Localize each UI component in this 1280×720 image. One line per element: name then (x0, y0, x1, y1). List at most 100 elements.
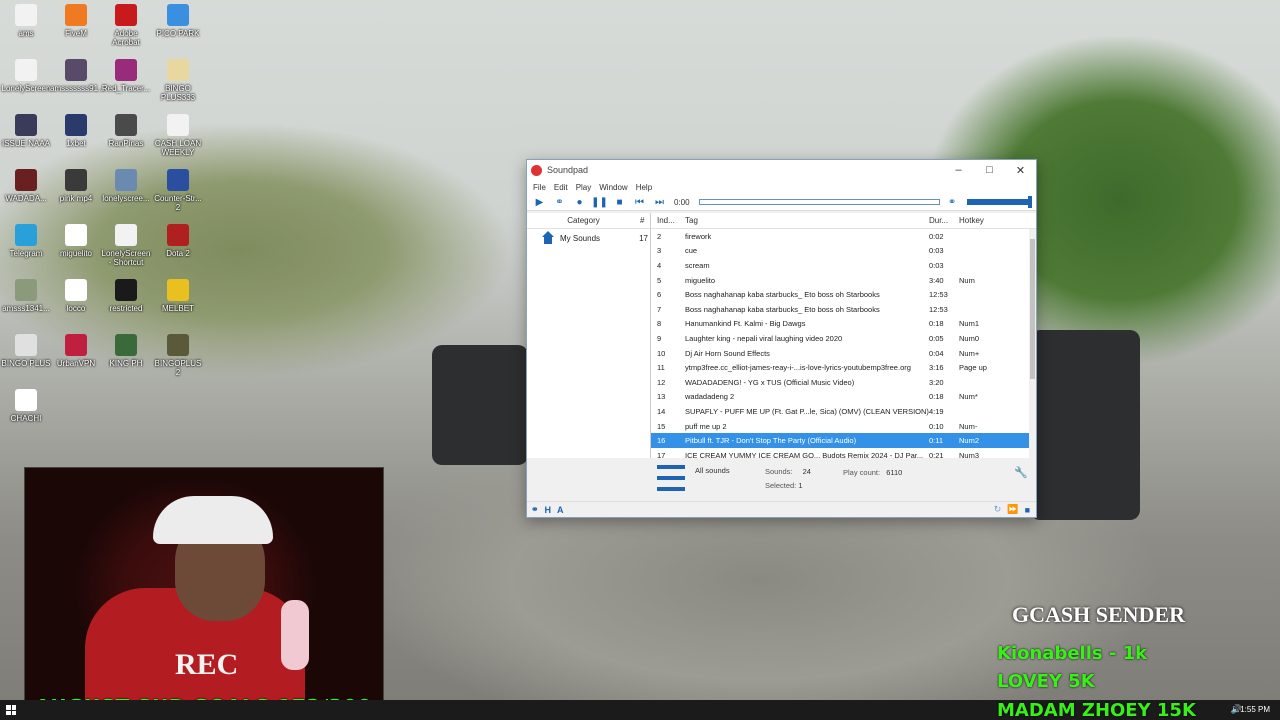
desktop-shortcut[interactable]: amsss1341... (0, 279, 52, 313)
desktop-shortcut[interactable]: BINGOPLUS 2 (152, 334, 204, 377)
document-icon (15, 59, 37, 81)
sound-tag: Dj Air Horn Sound Effects (685, 348, 770, 358)
desktop-shortcut[interactable]: amsssssss91... (50, 59, 105, 93)
bingo-icon (167, 59, 189, 81)
sound-row[interactable]: 14 SUPAFLY - PUFF ME UP (Ft. Gat P...le, … (651, 404, 1036, 419)
sound-hotkey: Num* (959, 392, 978, 402)
headphones-icon[interactable]: ⚭ (552, 195, 567, 210)
desktop-shortcut[interactable]: Counter-Str... 2 (152, 169, 204, 212)
index-column[interactable]: Ind... (651, 216, 681, 225)
desktop-shortcut[interactable]: lonelyscree... (100, 169, 152, 203)
list-scrollbar[interactable] (1029, 229, 1036, 458)
desktop-shortcut-label: locco (66, 304, 86, 313)
desktop-shortcut[interactable]: restricted (100, 279, 152, 313)
desktop-shortcut[interactable]: 1xbet (50, 114, 102, 148)
previous-icon[interactable]: ⏮ (632, 195, 647, 210)
tag-column[interactable]: Tag (681, 216, 929, 225)
desktop-shortcut[interactable]: Telegram (0, 224, 52, 258)
sound-row[interactable]: 7 Boss naghahanap kaba starbucks_ Eto bos… (651, 302, 1036, 317)
sound-row[interactable]: 11 ytmp3free.cc_elliot-james-reay-i-...is… (651, 360, 1036, 375)
stop-icon[interactable]: ■ (612, 195, 627, 210)
sound-tag: WADADADENG! - YG x TUS (Official Music V… (685, 377, 855, 387)
progress-bar[interactable] (698, 199, 940, 205)
sound-row[interactable]: 10 Dj Air Horn Sound Effects 0:04 Num+ (651, 346, 1036, 361)
desktop-shortcut[interactable]: Red_Tracer... (100, 59, 152, 93)
next-icon[interactable]: ⏭ (652, 195, 667, 210)
sound-row[interactable]: 17 ICE CREAM YUMMY ICE CREAM GO... Budots… (651, 448, 1036, 458)
desktop-shortcut[interactable]: LonelyScreen - Shortcut (100, 224, 152, 267)
volume-headphones-icon[interactable]: ⚭ (945, 195, 960, 210)
category-my-sounds[interactable]: My Sounds 17 (527, 229, 650, 247)
menu-window[interactable]: Window (599, 183, 627, 192)
volume-slider[interactable] (966, 196, 1032, 208)
desktop-shortcut[interactable]: BINGO PLUS (0, 334, 52, 368)
windows-start-icon[interactable] (6, 705, 16, 715)
forward-icon[interactable]: ⏩ (1007, 504, 1018, 515)
menu-help[interactable]: Help (636, 183, 652, 192)
sound-duration: 0:18 (929, 319, 944, 329)
sounds-value: 24 (802, 466, 811, 476)
wrench-icon[interactable]: 🔧 (1014, 466, 1028, 479)
sound-row[interactable]: 8 Hanumankind Ft. Kalmi - Big Dawgs 0:18 Nu… (651, 317, 1036, 332)
desktop-shortcut[interactable]: miguelito (50, 224, 102, 258)
sound-index: 5 (657, 275, 662, 285)
sound-row[interactable]: 5 miguelito 3:40 Num (651, 273, 1036, 288)
sound-duration: 0:18 (929, 392, 944, 402)
sound-row[interactable]: 12 WADADADENG! - YG x TUS (Official Music… (651, 375, 1036, 390)
desktop-shortcut[interactable]: CHACHI (0, 389, 52, 423)
desktop-shortcut[interactable]: ISSUE NAAA (0, 114, 52, 148)
menu-file[interactable]: File (533, 183, 546, 192)
window-title: Soundpad (547, 165, 589, 175)
repeat-icon[interactable]: ↻ (994, 504, 1002, 515)
desktop-shortcut[interactable]: ams (0, 4, 52, 38)
microphone-icon[interactable]: ● (572, 195, 587, 210)
donor-1: Kionabells - 1k (997, 643, 1148, 664)
sound-duration: 0:02 (929, 231, 944, 241)
sound-row[interactable]: 15 puff me up 2 0:10 Num- (651, 419, 1036, 434)
desktop-shortcut[interactable]: FiveM (50, 4, 102, 38)
sound-index: 15 (657, 421, 666, 431)
desktop-shortcut[interactable]: KING PH (100, 334, 152, 368)
document-icon (115, 224, 137, 246)
count-column[interactable]: # (640, 216, 650, 225)
sound-row[interactable]: 9 Laughter king - nepali viral laughing v… (651, 331, 1036, 346)
sound-row[interactable]: 6 Boss naghahanap kaba starbucks_ Eto bos… (651, 287, 1036, 302)
close-button[interactable]: ✕ (1005, 160, 1036, 180)
category-column[interactable]: Category (527, 216, 640, 225)
chat-icon[interactable]: ■ (1025, 505, 1030, 515)
sound-duration: 0:10 (929, 421, 944, 431)
desktop-shortcut[interactable]: UrbanVPN (50, 334, 102, 368)
desktop-shortcut-label: Dota 2 (166, 249, 190, 258)
hotkeys-toggle-icon[interactable]: H (545, 505, 552, 515)
autoplay-toggle-icon[interactable]: A (557, 505, 564, 515)
sound-row[interactable]: 16 Pitbull ft. TJR - Don't Stop The Party… (651, 433, 1036, 448)
video-icon (65, 169, 87, 191)
desktop-shortcut[interactable]: BINGO PLUS333 (152, 59, 204, 102)
desktop-shortcut[interactable]: locco (50, 279, 102, 313)
headphones-toggle-icon[interactable]: ⚭ (531, 504, 539, 515)
hotkey-column[interactable]: Hotkey (957, 216, 1023, 225)
desktop-shortcut[interactable]: MELBET (152, 279, 204, 313)
sound-row[interactable]: 2 firework 0:02 (651, 229, 1036, 244)
menu-play[interactable]: Play (576, 183, 592, 192)
desktop-shortcut[interactable]: Adobe Acrobat (100, 4, 152, 47)
maximize-button[interactable]: □ (974, 160, 1005, 180)
scroll-thumb[interactable] (1030, 239, 1035, 379)
desktop-shortcut[interactable]: RanPinas (100, 114, 152, 148)
menu-edit[interactable]: Edit (554, 183, 568, 192)
minimize-button[interactable]: – (943, 160, 974, 180)
sound-row[interactable]: 4 scream 0:03 (651, 258, 1036, 273)
desktop-shortcut[interactable]: Dota 2 (152, 224, 204, 258)
desktop-shortcut[interactable]: CASH LOAN WEEKLY (152, 114, 204, 157)
desktop-shortcut[interactable]: LonelyScreen (0, 59, 52, 93)
desktop-shortcut[interactable]: PICO PARK (152, 4, 204, 38)
pause-icon[interactable]: ❚❚ (591, 195, 608, 210)
play-icon[interactable]: ▶ (532, 195, 547, 210)
duration-column[interactable]: Dur... (929, 216, 957, 225)
taskbar-clock[interactable]: 1:55 PM (1240, 705, 1270, 714)
desktop-shortcut[interactable]: WADADA... (0, 169, 52, 203)
desktop-shortcut[interactable]: pink mp4 (50, 169, 102, 203)
sound-row[interactable]: 3 cue 0:03 (651, 244, 1036, 259)
sound-row[interactable]: 13 wadadadeng 2 0:18 Num* (651, 390, 1036, 405)
toolbar: ▶ ⚭ ● ❚❚ ■ ⏮ ⏭ 0:00 ⚭ (527, 194, 1036, 211)
